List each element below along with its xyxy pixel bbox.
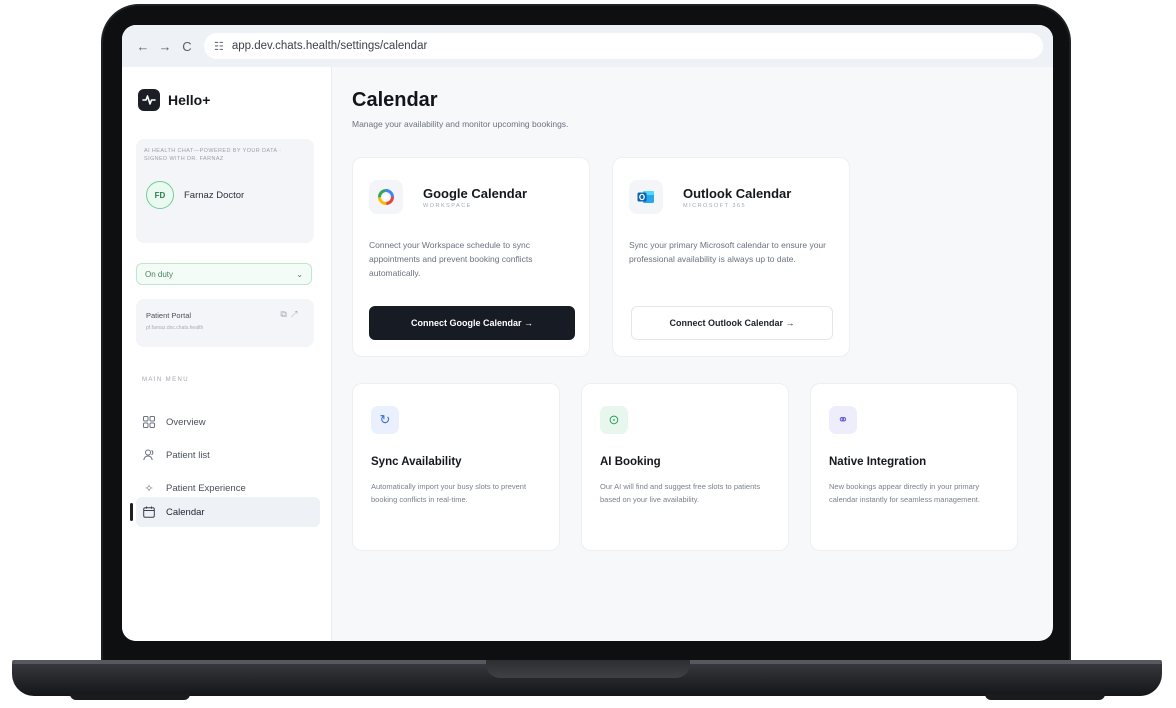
- feature-description: Automatically import your busy slots to …: [371, 482, 527, 504]
- provider-title: Google Calendar: [423, 186, 528, 201]
- sync-icon: ↻: [371, 406, 399, 434]
- profile-name: Farnaz Doctor: [184, 189, 245, 201]
- active-indicator: [130, 503, 133, 521]
- users-icon: [142, 448, 156, 462]
- site-settings-icon[interactable]: ☷: [214, 40, 224, 53]
- laptop-foot-left: [70, 694, 190, 700]
- tagline: AI HEALTH CHAT—POWERED BY YOUR DATA · SI…: [144, 148, 282, 162]
- patient-portal-card: Patient Portal pf.farnaz.doc.chats.healt…: [136, 299, 314, 347]
- menu-heading: MAIN MENU: [142, 377, 189, 383]
- provider-kicker: MICROSOFT 365: [683, 203, 747, 209]
- avatar: FD: [146, 181, 174, 209]
- sidebar-item-calendar[interactable]: Calendar: [136, 497, 320, 527]
- portal-url[interactable]: pf.farnaz.doc.chats.health: [146, 325, 203, 331]
- profile-card: AI HEALTH CHAT—POWERED BY YOUR DATA · SI…: [136, 139, 314, 243]
- feature-description: Our AI will find and suggest free slots …: [600, 482, 761, 504]
- portal-title: Patient Portal: [146, 311, 192, 320]
- provider-kicker: WORKSPACE: [423, 203, 472, 209]
- sidebar-item-label: Calendar: [166, 506, 205, 518]
- sparkle-icon: ✧: [144, 482, 154, 495]
- portal-actions: ⧉↗: [280, 309, 302, 320]
- sidebar-item-label: Patient Experience: [166, 482, 246, 494]
- provider-description: Connect your Workspace schedule to sync …: [369, 240, 533, 278]
- sidebar-item-patient-list[interactable]: Patient list: [136, 440, 320, 470]
- connect-google-calendar-button[interactable]: Connect Google Calendar →: [369, 306, 575, 340]
- feature-title: AI Booking: [600, 456, 661, 468]
- browser-toolbar: ← → C ☷ app.dev.chats.health/settings/ca…: [122, 25, 1053, 67]
- brand[interactable]: Hello+: [138, 89, 210, 111]
- sidebar-item-overview[interactable]: Overview: [136, 407, 320, 437]
- page-subtitle: Manage your availability and monitor upc…: [352, 119, 569, 129]
- duty-status-value: On duty: [145, 269, 174, 279]
- feature-card-ai-booking: ⊙ AI Booking Our AI will find and sugges…: [581, 383, 789, 551]
- connect-outlook-calendar-button[interactable]: Connect Outlook Calendar →: [631, 306, 833, 340]
- google-icon: [369, 180, 403, 214]
- check-circle-icon: ⊙: [600, 406, 628, 434]
- google-calendar-card: Google Calendar WORKSPACE Connect your W…: [352, 157, 590, 357]
- chevron-down-icon: ⌄: [296, 269, 303, 279]
- provider-title: Outlook Calendar: [683, 186, 792, 201]
- feature-card-sync-availability: ↻ Sync Availability Automatically import…: [352, 383, 560, 551]
- address-bar[interactable]: ☷ app.dev.chats.health/settings/calendar: [204, 33, 1043, 59]
- calendar-icon: [142, 505, 156, 519]
- pulse-logo-icon: [138, 89, 160, 111]
- grid-icon: [142, 415, 156, 429]
- outlook-icon: [629, 180, 663, 214]
- sidebar-item-label: Overview: [166, 416, 206, 428]
- laptop-foot-right: [985, 694, 1105, 700]
- reload-icon[interactable]: C: [176, 35, 198, 57]
- url-text: app.dev.chats.health/settings/calendar: [231, 40, 428, 52]
- sidebar: Hello+ AI HEALTH CHAT—POWERED BY YOUR DA…: [122, 67, 332, 641]
- copy-icon[interactable]: ⧉: [280, 309, 290, 319]
- provider-description: Sync your primary Microsoft calendar to …: [629, 240, 826, 264]
- laptop-notch: [486, 660, 690, 678]
- feature-description: New bookings appear directly in your pri…: [829, 482, 980, 504]
- laptop-screen: ← → C ☷ app.dev.chats.health/settings/ca…: [122, 25, 1053, 641]
- feature-title: Sync Availability: [371, 456, 462, 468]
- page-title: Calendar: [352, 89, 438, 111]
- forward-arrow-icon[interactable]: →: [154, 35, 176, 57]
- back-arrow-icon[interactable]: ←: [132, 35, 154, 57]
- profile-row[interactable]: FD Farnaz Doctor: [146, 181, 244, 209]
- main-content: Calendar Manage your availability and mo…: [332, 67, 1053, 641]
- feature-title: Native Integration: [829, 456, 927, 468]
- external-link-icon[interactable]: ↗: [291, 309, 302, 319]
- feature-card-native-integration: ⚭ Native Integration New bookings appear…: [810, 383, 1018, 551]
- duty-status-select[interactable]: On duty ⌄: [136, 263, 312, 285]
- sidebar-item-label: Patient list: [166, 449, 210, 461]
- link-icon: ⚭: [829, 406, 857, 434]
- outlook-calendar-card: Outlook Calendar MICROSOFT 365 Sync your…: [612, 157, 850, 357]
- brand-name: Hello+: [168, 92, 211, 108]
